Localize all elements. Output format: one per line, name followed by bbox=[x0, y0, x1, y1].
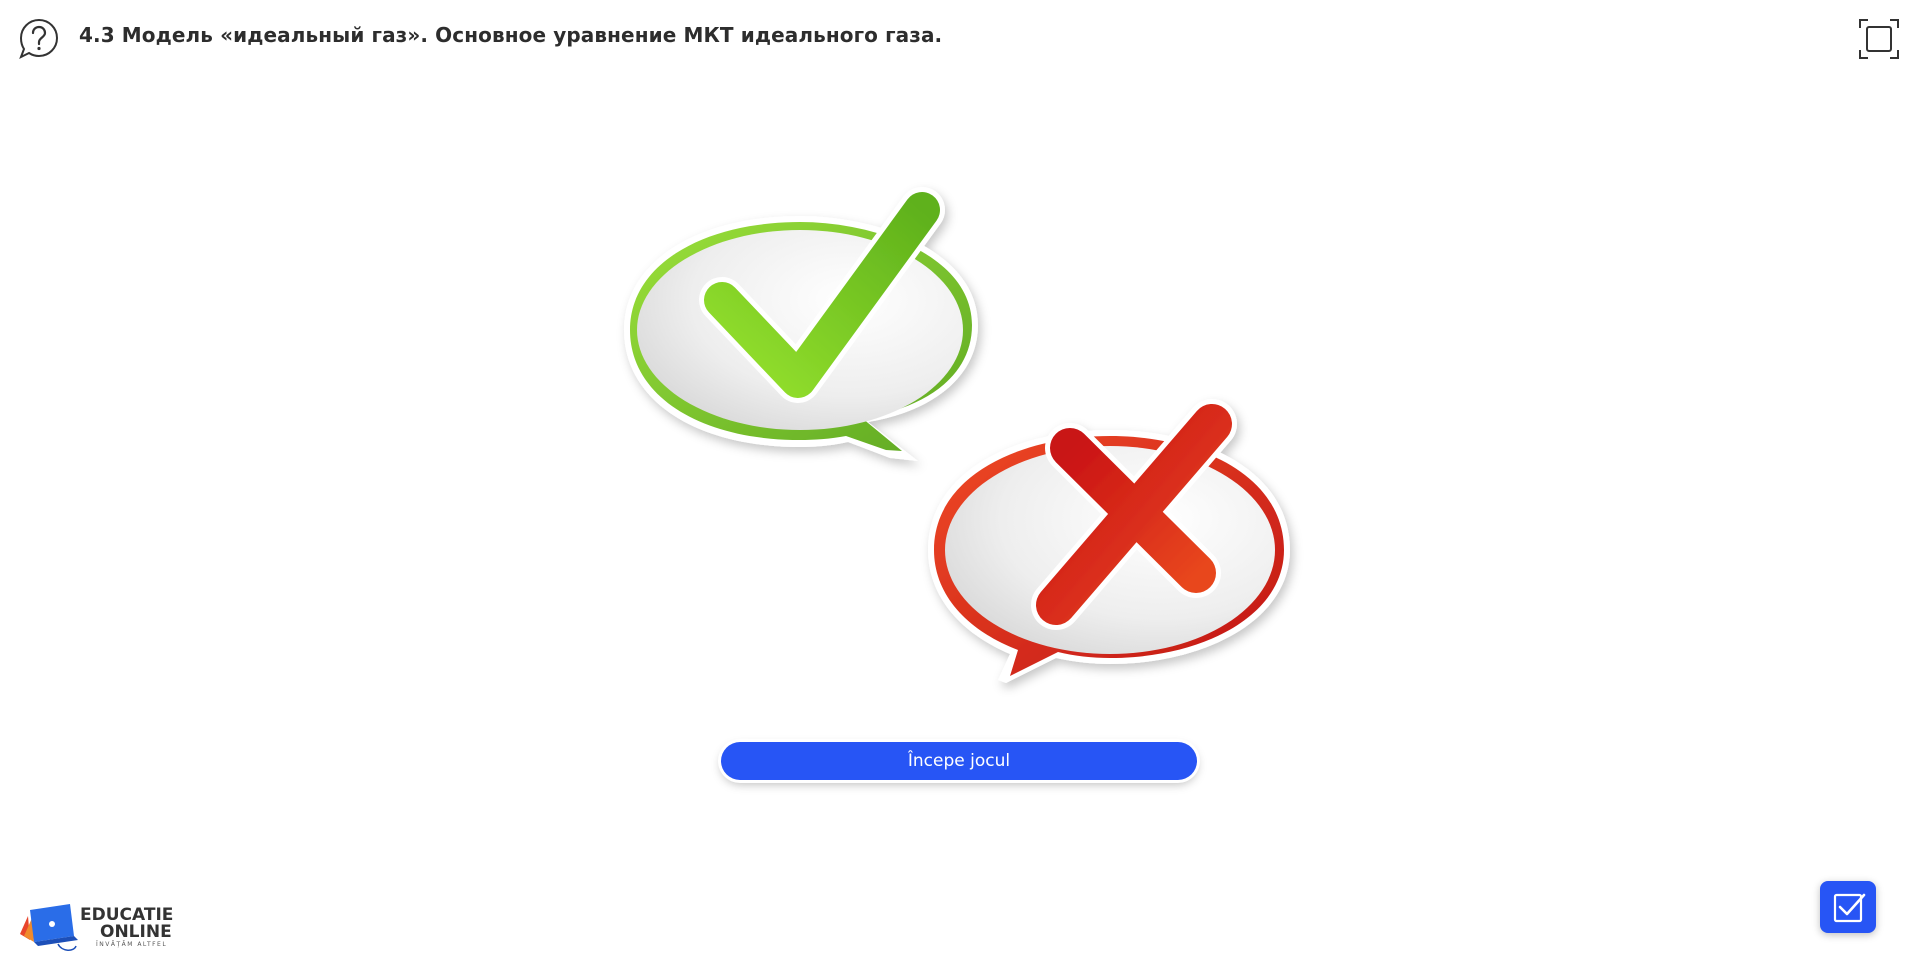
brand-tagline: ÎNVĂȚĂM ALTFEL bbox=[96, 941, 168, 948]
page-title: 4.3 Модель «идеальный газ». Основное ура… bbox=[79, 23, 943, 47]
cross-speech-bubble-icon bbox=[928, 399, 1290, 683]
header: 4.3 Модель «идеальный газ». Основное ура… bbox=[0, 0, 1911, 80]
page: 4.3 Модель «идеальный газ». Основное ура… bbox=[0, 0, 1911, 967]
brand-name-line-2: ONLINE bbox=[100, 922, 172, 942]
illustration bbox=[624, 187, 1290, 683]
laptop-book-logo-icon bbox=[20, 904, 78, 951]
checkmark-speech-bubble-icon bbox=[624, 187, 978, 461]
help-question-icon[interactable] bbox=[17, 17, 61, 61]
task-checkbox-button[interactable] bbox=[1820, 881, 1876, 933]
brand-logo: EDUCATIE ONLINE ÎNVĂȚĂM ALTFEL bbox=[18, 900, 178, 956]
checkbox-edit-icon bbox=[1833, 893, 1866, 923]
fullscreen-icon[interactable] bbox=[1858, 18, 1900, 60]
start-game-button[interactable]: Începe jocul bbox=[721, 742, 1197, 780]
